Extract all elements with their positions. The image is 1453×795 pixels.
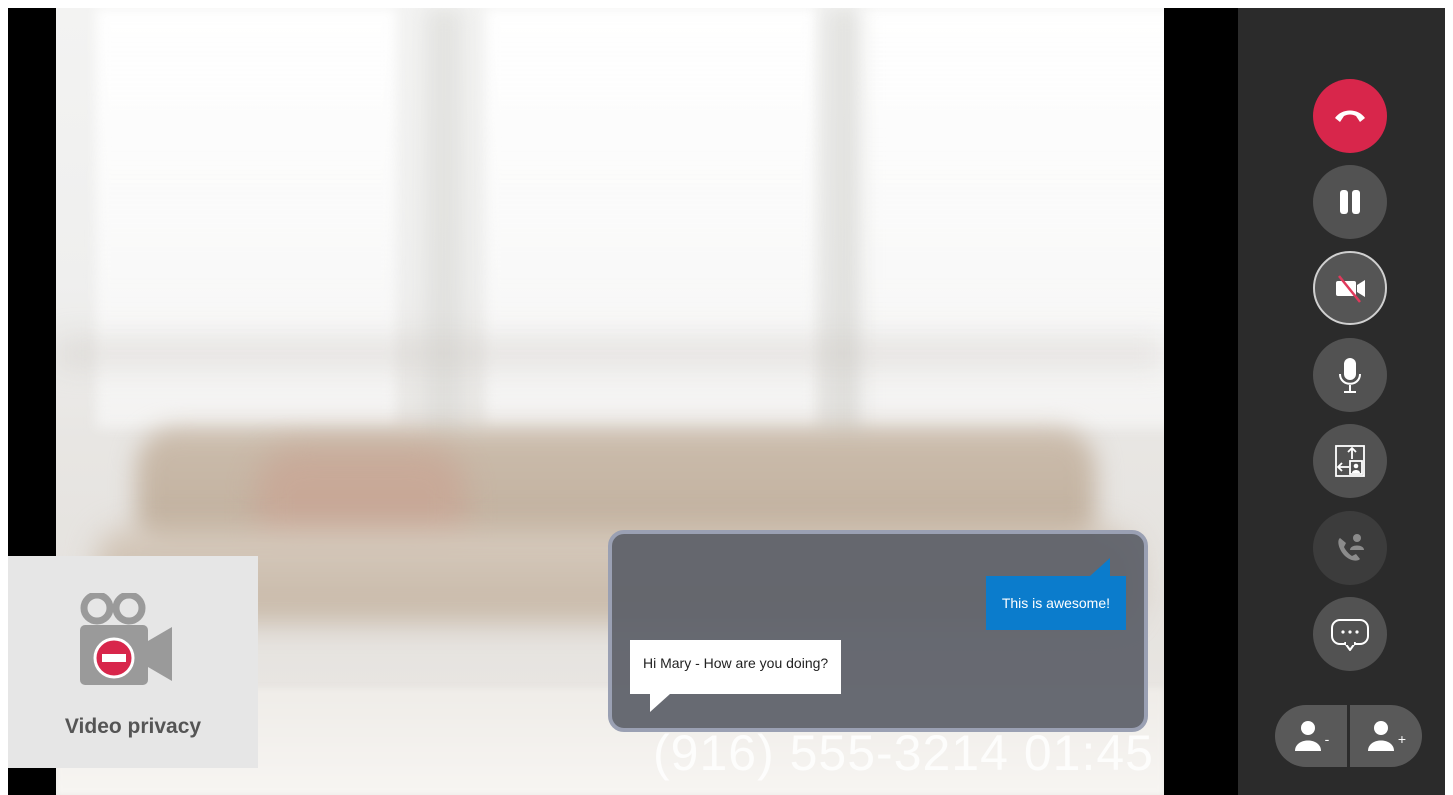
video-off-icon xyxy=(1336,275,1365,303)
chat-message-local: Hi Mary - How are you doing? xyxy=(630,640,842,712)
chat-icon xyxy=(1331,619,1369,651)
switch-layout-button[interactable] xyxy=(1313,424,1387,498)
hold-call-button[interactable] xyxy=(1313,165,1387,239)
video-privacy-icon xyxy=(80,593,172,685)
video-toggle-button[interactable] xyxy=(1313,251,1387,325)
video-call-screen: Video privacy This is awesome! Hi Mary -… xyxy=(8,8,1445,795)
chat-message-remote: This is awesome! xyxy=(985,558,1126,630)
switch-camera-icon xyxy=(1335,445,1365,477)
volume-down-button[interactable]: - xyxy=(1275,705,1347,767)
add-call-button[interactable] xyxy=(1313,511,1387,585)
mute-button[interactable] xyxy=(1313,338,1387,412)
chat-button[interactable] xyxy=(1313,597,1387,671)
video-privacy-label: Video privacy xyxy=(64,715,202,738)
add-call-icon xyxy=(1338,534,1364,561)
microphone-icon xyxy=(1339,358,1361,393)
person-icon xyxy=(1294,721,1321,751)
call-duration: 01:45 xyxy=(1023,725,1154,781)
person-icon xyxy=(1367,721,1394,751)
pause-icon xyxy=(1340,190,1360,214)
end-call-icon xyxy=(1335,110,1365,122)
end-call-button[interactable] xyxy=(1313,79,1387,153)
call-info: (916) 555-3214 01:45 xyxy=(653,724,1154,782)
chat-panel: This is awesome! Hi Mary - How are you d… xyxy=(608,530,1148,732)
volume-up-button[interactable]: + xyxy=(1350,705,1422,767)
self-view-privacy-tile[interactable]: Video privacy xyxy=(8,556,258,768)
volume-up-mark: + xyxy=(1397,731,1407,747)
caller-number: (916) 555-3214 xyxy=(653,725,1009,781)
volume-down-mark: - xyxy=(1324,731,1330,747)
